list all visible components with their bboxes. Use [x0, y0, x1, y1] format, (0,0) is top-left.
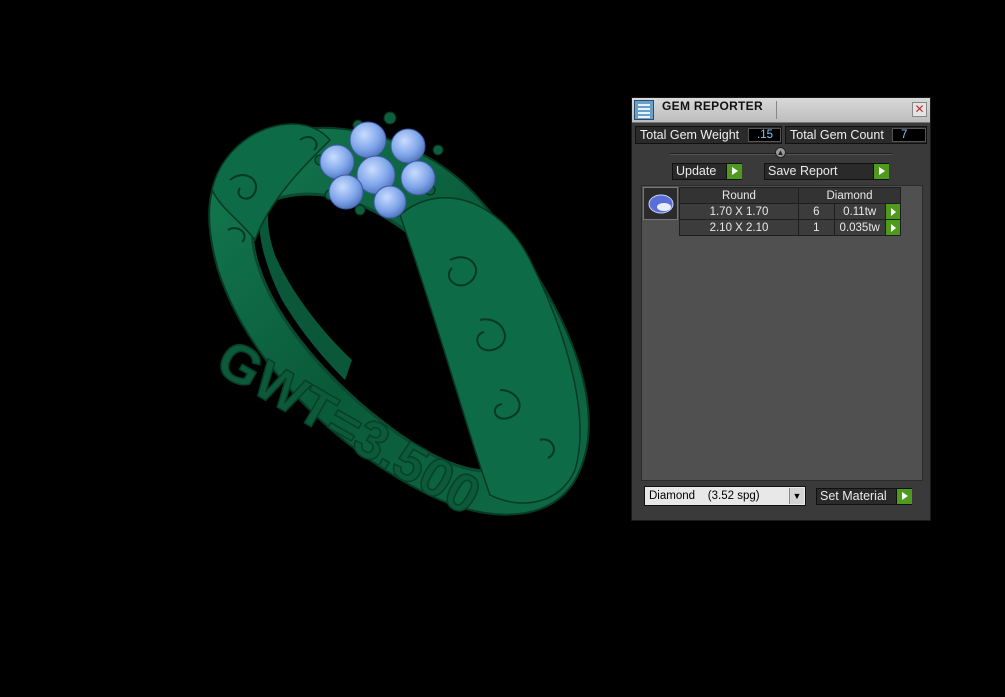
panel-title: GEM REPORTER	[662, 99, 763, 113]
play-arrow-icon	[873, 164, 889, 179]
gem-list: Round Diamond 1.70 X 1.70 6 0.11tw 2.10 …	[641, 185, 923, 481]
3d-viewport[interactable]: GWT=3.500	[0, 0, 625, 697]
gem-size: 2.10 X 2.10	[679, 219, 799, 236]
set-material-button-label: Set Material	[820, 489, 887, 503]
total-gem-count-label: Total Gem Count	[790, 128, 884, 142]
update-button-label: Update	[676, 164, 717, 178]
column-header-material: Diamond	[798, 187, 901, 204]
total-gem-count-value: 7	[892, 128, 926, 142]
table-row[interactable]: 1.70 X 1.70 6 0.11tw	[679, 203, 902, 220]
total-gem-weight-value: .15	[748, 128, 781, 142]
gem-count: 1	[798, 219, 835, 236]
chevron-down-icon[interactable]: ▼	[789, 488, 804, 504]
gem-weight: 0.035tw	[833, 219, 886, 236]
title-separator	[776, 101, 777, 119]
round-diamond-icon	[648, 194, 674, 214]
gem[interactable]	[400, 160, 436, 196]
gem[interactable]	[328, 174, 364, 210]
play-arrow-icon	[896, 489, 912, 504]
gem-reporter-panel: GEM REPORTER ✕ Total Gem Weight .15 Tota…	[631, 97, 931, 521]
ring-model: GWT=3.500	[206, 111, 590, 527]
set-material-button[interactable]: Set Material	[816, 488, 912, 505]
update-button[interactable]: Update	[672, 163, 742, 180]
round-gem-thumbnail[interactable]	[643, 187, 678, 220]
title-bar[interactable]: GEM REPORTER ✕	[632, 98, 930, 123]
gem[interactable]	[373, 185, 407, 219]
save-report-button[interactable]: Save Report	[764, 163, 889, 180]
gem[interactable]	[319, 144, 355, 180]
save-report-button-label: Save Report	[768, 164, 838, 178]
gem[interactable]	[390, 128, 426, 164]
select-row-button[interactable]	[884, 203, 902, 220]
play-arrow-icon	[890, 223, 896, 232]
gem-size: 1.70 X 1.70	[679, 203, 799, 220]
collapse-toggle-icon[interactable]: ▲	[775, 147, 786, 158]
gem-reporter-app-icon	[634, 100, 654, 120]
total-gem-count-field: Total Gem Count 7	[785, 126, 927, 144]
close-button[interactable]: ✕	[912, 102, 927, 117]
gem-count: 6	[798, 203, 835, 220]
play-arrow-icon	[890, 207, 896, 216]
gem-weight: 0.11tw	[833, 203, 886, 220]
material-select[interactable]: Diamond (3.52 spg) ▼	[644, 486, 806, 506]
gem[interactable]	[349, 121, 387, 159]
column-header-shape: Round	[679, 187, 799, 204]
gem-table: Round Diamond 1.70 X 1.70 6 0.11tw 2.10 …	[679, 187, 902, 236]
play-arrow-icon	[726, 164, 742, 179]
total-gem-weight-field: Total Gem Weight .15	[635, 126, 782, 144]
total-gem-weight-label: Total Gem Weight	[640, 128, 740, 142]
table-row[interactable]: 2.10 X 2.10 1 0.035tw	[679, 219, 902, 236]
table-header-row: Round Diamond	[679, 187, 901, 204]
select-row-button[interactable]	[884, 219, 902, 236]
material-select-value: Diamond (3.52 spg)	[649, 490, 760, 502]
